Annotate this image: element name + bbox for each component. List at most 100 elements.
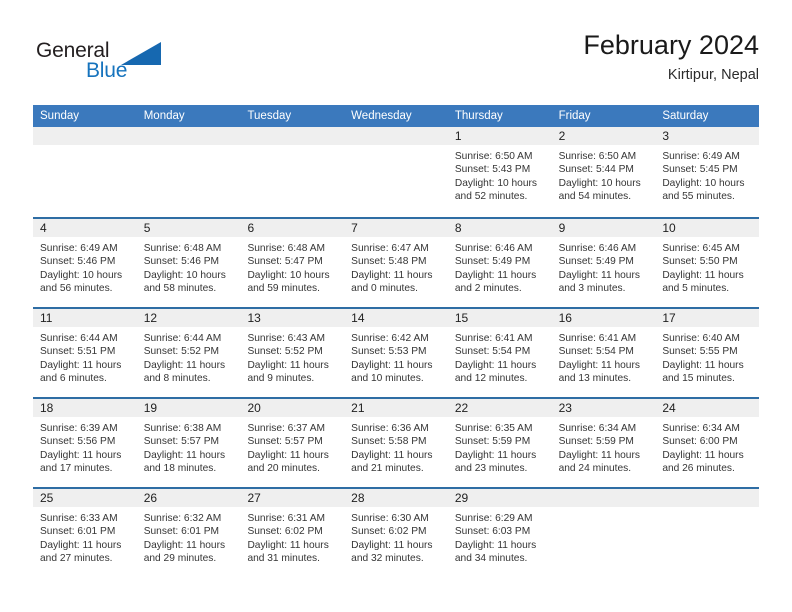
day-cell[interactable]: 26 Sunrise: 6:32 AM Sunset: 6:01 PM Dayligh… [136, 489, 241, 579]
day-cell[interactable]: 18 Sunrise: 6:39 AM Sunset: 5:56 PM Dayligh… [33, 399, 137, 489]
day-detail-line: Sunset: 5:59 PM [454, 436, 531, 448]
day-cell[interactable]: 17 Sunrise: 6:40 AM Sunset: 5:55 PM Dayligh… [655, 309, 760, 399]
day-detail-line: Sunrise: 6:38 AM [143, 423, 222, 434]
day-number-band: 7 [344, 219, 448, 238]
day-cell[interactable]: 7 Sunrise: 6:47 AM Sunset: 5:48 PM Daylight… [344, 219, 448, 309]
day-detail-line: Sunrise: 6:49 AM [40, 243, 118, 254]
day-number: 7 [351, 221, 358, 235]
day-cell[interactable]: 29 Sunrise: 6:29 AM Sunset: 6:03 PM Dayligh… [447, 489, 552, 579]
day-number: 8 [454, 221, 462, 235]
day-detail-line: Daylight: 11 hours [558, 359, 640, 371]
day-number-band [344, 127, 448, 146]
day-cell[interactable]: 6 Sunrise: 6:48 AM Sunset: 5:47 PM Daylight… [240, 219, 345, 309]
day-cell[interactable]: 19 Sunrise: 6:38 AM Sunset: 5:57 PM Dayligh… [136, 399, 241, 489]
day-detail-line: Daylight: 11 hours [247, 539, 329, 551]
day-cell[interactable]: 15 Sunrise: 6:41 AM Sunset: 5:54 PM Dayligh… [447, 309, 552, 399]
day-detail-line: Sunset: 5:46 PM [40, 256, 116, 268]
day-cell[interactable]: 16 Sunrise: 6:41 AM Sunset: 5:54 PM Dayligh… [551, 309, 656, 399]
day-cell[interactable]: 27 Sunrise: 6:31 AM Sunset: 6:02 PM Dayligh… [240, 489, 345, 579]
day-number: 9 [558, 221, 566, 235]
day-cell[interactable]: 23 Sunrise: 6:34 AM Sunset: 5:59 PM Dayligh… [551, 399, 656, 489]
day-detail-line: Daylight: 11 hours [454, 539, 537, 551]
day-detail-line: Sunset: 5:49 PM [558, 256, 634, 268]
day-cell[interactable]: 3 Sunrise: 6:49 AM Sunset: 5:45 PM Daylight… [655, 127, 760, 217]
day-detail-line: Daylight: 11 hours [351, 539, 433, 551]
day-cell[interactable]: 2 Sunrise: 6:50 AM Sunset: 5:44 PM Daylight… [551, 127, 656, 217]
day-detail-line: Daylight: 11 hours [40, 449, 122, 461]
day-cell[interactable]: 25 Sunrise: 6:33 AM Sunset: 6:01 PM Dayligh… [33, 489, 137, 579]
day-cell[interactable]: 10 Sunrise: 6:45 AM Sunset: 5:50 PM Dayligh… [655, 219, 760, 309]
day-detail-line: Sunset: 5:48 PM [351, 256, 427, 268]
day-number: 2 [558, 129, 566, 143]
day-detail-line: Sunrise: 6:34 AM [558, 423, 637, 434]
day-cell[interactable]: 4 Sunrise: 6:49 AM Sunset: 5:46 PM Daylight… [33, 219, 137, 309]
day-detail-line: Sunrise: 6:37 AM [247, 423, 326, 434]
day-cell[interactable]: 9 Sunrise: 6:46 AM Sunset: 5:49 PM Daylight… [551, 219, 656, 309]
day-detail-line: Sunrise: 6:50 AM [558, 151, 637, 162]
day-cell[interactable]: 8 Sunrise: 6:46 AM Sunset: 5:49 PM Daylight… [447, 219, 552, 309]
day-details: Sunrise: 6:46 AM Sunset: 5:49 PM Daylight:… [448, 238, 552, 296]
day-detail-line: Daylight: 11 hours [40, 539, 122, 551]
day-detail-line: Sunrise: 6:45 AM [662, 243, 740, 254]
weekday-header-saturday: Saturday [662, 110, 709, 122]
day-cell[interactable]: 14 Sunrise: 6:42 AM Sunset: 5:53 PM Dayligh… [344, 309, 448, 399]
day-number-band: 5 [136, 219, 241, 238]
day-details: Sunrise: 6:50 AM Sunset: 5:44 PM Daylight:… [552, 146, 656, 204]
day-details: Sunrise: 6:34 AM Sunset: 5:59 PM Daylight:… [552, 418, 656, 476]
day-detail-line: Daylight: 11 hours [40, 359, 122, 371]
day-cell[interactable]: 21 Sunrise: 6:36 AM Sunset: 5:58 PM Dayligh… [344, 399, 448, 489]
day-details [137, 146, 241, 150]
day-cell[interactable]: 28 Sunrise: 6:30 AM Sunset: 6:02 PM Dayligh… [344, 489, 448, 579]
day-number-band: 4 [33, 219, 137, 238]
day-cell-empty [240, 127, 345, 217]
day-detail-line: Sunset: 5:49 PM [454, 256, 531, 268]
day-cell[interactable]: 1 Sunrise: 6:50 AM Sunset: 5:43 PM Daylight… [447, 127, 552, 217]
day-details: Sunrise: 6:32 AM Sunset: 6:01 PM Daylight:… [137, 508, 241, 566]
day-number: 5 [143, 221, 151, 235]
page-title: February 2024 [583, 30, 759, 60]
brand-logo[interactable]: General Blue [33, 34, 213, 94]
day-detail-line: Daylight: 11 hours [247, 359, 329, 371]
day-detail-line: Daylight: 11 hours [143, 539, 226, 551]
day-number-band: 16 [551, 309, 656, 328]
day-detail-line: Sunset: 6:02 PM [351, 526, 427, 538]
day-detail-line: Daylight: 11 hours [662, 359, 744, 371]
day-detail-line: Sunset: 5:51 PM [40, 346, 116, 358]
day-number-band [136, 127, 241, 146]
day-cell[interactable]: 22 Sunrise: 6:35 AM Sunset: 5:59 PM Dayligh… [447, 399, 552, 489]
day-detail-line: Daylight: 11 hours [558, 449, 640, 461]
day-number-band: 18 [33, 399, 137, 418]
day-cell[interactable]: 5 Sunrise: 6:48 AM Sunset: 5:46 PM Daylight… [136, 219, 241, 309]
day-number-band: 10 [655, 219, 760, 238]
day-detail-line: Daylight: 11 hours [351, 269, 433, 281]
day-number-band: 2 [551, 127, 656, 146]
day-detail-line: Daylight: 11 hours [454, 359, 537, 371]
day-cell[interactable]: 20 Sunrise: 6:37 AM Sunset: 5:57 PM Dayligh… [240, 399, 345, 489]
day-details: Sunrise: 6:39 AM Sunset: 5:56 PM Daylight:… [33, 418, 137, 476]
brand-name-general: General [36, 39, 110, 62]
day-cell[interactable]: 12 Sunrise: 6:44 AM Sunset: 5:52 PM Dayligh… [136, 309, 241, 399]
day-details [33, 146, 137, 150]
day-details: Sunrise: 6:46 AM Sunset: 5:49 PM Daylight:… [552, 238, 656, 296]
day-number: 20 [247, 401, 261, 415]
day-details [240, 146, 344, 150]
day-number-band: 25 [33, 489, 137, 508]
day-detail-line: Daylight: 11 hours [454, 449, 537, 461]
day-detail-line: Sunrise: 6:47 AM [351, 243, 429, 254]
day-details: Sunrise: 6:44 AM Sunset: 5:52 PM Daylight:… [137, 328, 241, 386]
day-details: Sunrise: 6:34 AM Sunset: 6:00 PM Daylight:… [655, 418, 759, 476]
day-number-band [33, 127, 137, 146]
day-detail-line: Daylight: 10 hours [40, 269, 123, 281]
day-details: Sunrise: 6:31 AM Sunset: 6:02 PM Daylight:… [240, 508, 344, 566]
day-detail-line: and 26 minutes. [662, 463, 735, 475]
day-detail-line: Sunset: 6:00 PM [662, 436, 738, 448]
day-number: 24 [662, 401, 676, 415]
day-cell[interactable]: 11 Sunrise: 6:44 AM Sunset: 5:51 PM Dayligh… [33, 309, 137, 399]
day-cell[interactable]: 24 Sunrise: 6:34 AM Sunset: 6:00 PM Dayligh… [655, 399, 760, 489]
day-number-band: 22 [447, 399, 552, 418]
day-number-band: 14 [344, 309, 448, 328]
day-details: Sunrise: 6:40 AM Sunset: 5:55 PM Daylight:… [655, 328, 759, 386]
day-number: 22 [454, 401, 469, 415]
day-detail-line: Sunset: 5:46 PM [143, 256, 220, 268]
day-cell[interactable]: 13 Sunrise: 6:43 AM Sunset: 5:52 PM Dayligh… [240, 309, 345, 399]
